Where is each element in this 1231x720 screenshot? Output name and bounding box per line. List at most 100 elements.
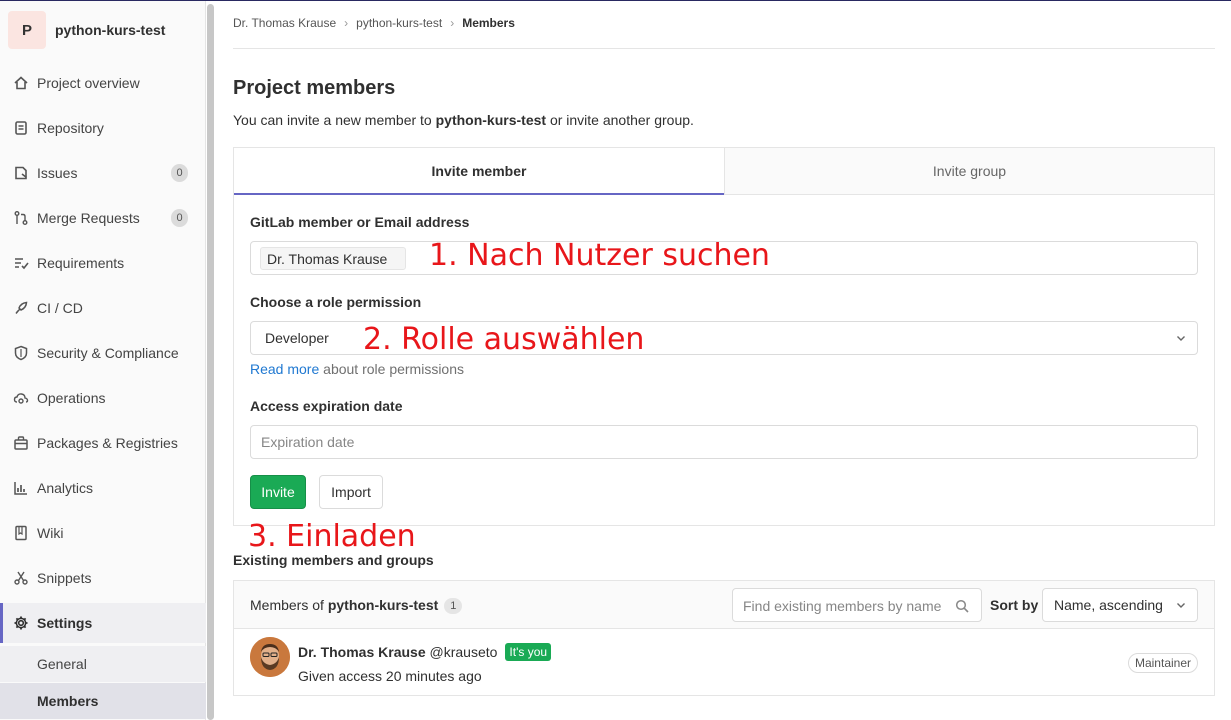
sidebar-item-issues[interactable]: Issues 0 [0,153,206,193]
breadcrumb-owner[interactable]: Dr. Thomas Krause [233,16,336,30]
sidebar-item-requirements[interactable]: Requirements [0,243,206,283]
issues-count-badge: 0 [171,164,188,182]
members-list-header: Members of python-kurs-test 1 Find existi… [234,581,1214,629]
sidebar-item-label: Settings [37,615,93,631]
sidebar-item-label: Issues [37,165,78,181]
member-username: @krauseto [425,644,498,660]
tab-invite-member[interactable]: Invite member [234,148,724,195]
sidebar-scrollbar[interactable] [207,4,214,720]
members-of-label: Members of python-kurs-test 1 [250,597,463,615]
sidebar-item-label: Security & Compliance [37,345,179,361]
breadcrumb: Dr. Thomas Krause › python-kurs-test › M… [233,16,515,30]
sidebar-item-label: Wiki [37,525,64,541]
members-count-badge: 1 [444,598,463,615]
sidebar-item-project-overview[interactable]: Project overview [0,63,206,103]
expiration-date-placeholder: Expiration date [261,434,355,450]
main-content: Dr. Thomas Krause › python-kurs-test › M… [233,0,1215,720]
role-field-label: Choose a role permission [250,294,422,310]
sidebar-subitem-general[interactable]: General [0,646,206,682]
subtitle-text-end: or invite another group. [546,112,694,128]
home-icon [13,75,29,91]
cloud-gear-icon [13,390,29,406]
annotation-step-2: 2. Rolle auswählen [363,322,645,357]
member-row: Dr. Thomas Krause @krauseto It's you Give… [234,629,1214,695]
sidebar-project-header[interactable]: P python-kurs-test [0,1,205,59]
sort-label: Sort by [990,597,1039,613]
members-of-project: python-kurs-test [327,597,439,613]
sidebar-item-label: Repository [37,120,104,136]
sidebar: P python-kurs-test Project overview Repo… [0,1,206,720]
member-field-label: GitLab member or Email address [250,214,470,230]
invite-tabs: Invite member Invite group [234,148,1214,195]
scissors-icon [13,570,29,586]
sidebar-item-settings[interactable]: Settings [0,603,206,643]
sidebar-item-label: Requirements [37,255,125,271]
existing-members-title: Existing members and groups [233,552,434,568]
read-more-link[interactable]: Read more [250,361,319,377]
member-name[interactable]: Dr. Thomas Krause [298,644,426,660]
help-text: about role permissions [319,361,465,377]
sidebar-item-label: Operations [37,390,106,406]
project-avatar: P [8,11,46,49]
sidebar-item-merge-requests[interactable]: Merge Requests 0 [0,198,206,238]
sidebar-item-label: CI / CD [37,300,83,316]
page-subtitle: You can invite a new member to python-ku… [233,112,694,128]
sidebar-item-wiki[interactable]: Wiki [0,513,206,553]
sort-select-value: Name, ascending [1054,597,1163,613]
book-icon [13,525,29,541]
chevron-down-icon [1177,336,1185,341]
member-role-badge: Maintainer [1127,653,1198,673]
sidebar-item-packages-registries[interactable]: Packages & Registries [0,423,206,463]
sidebar-item-label: Analytics [37,480,94,496]
chart-icon [13,480,29,496]
import-button[interactable]: Import [319,475,383,509]
sidebar-item-repository[interactable]: Repository [0,108,206,148]
requirements-icon [13,255,29,271]
expiry-field-label: Access expiration date [250,398,403,414]
sidebar-item-operations[interactable]: Operations [0,378,206,418]
subtitle-text: You can invite a new member to [233,112,436,128]
selected-member-token[interactable]: Dr. Thomas Krause [260,247,407,270]
tab-invite-group[interactable]: Invite group [724,148,1214,195]
merge-requests-count-badge: 0 [171,209,188,227]
breadcrumb-current[interactable]: Members [462,16,515,30]
breadcrumb-project[interactable]: python-kurs-test [356,16,442,30]
doc-icon [13,120,29,136]
members-list: Members of python-kurs-test 1 Find existi… [233,580,1215,696]
breadcrumb-divider [233,48,1215,49]
expiration-date-input[interactable]: Expiration date [250,425,1198,459]
sidebar-item-security-compliance[interactable]: Security & Compliance [0,333,206,373]
member-name-line: Dr. Thomas Krause @krauseto It's you [298,643,552,661]
sidebar-item-snippets[interactable]: Snippets [0,558,206,598]
sidebar-subitem-members[interactable]: Members [0,683,206,719]
sidebar-item-analytics[interactable]: Analytics [0,468,206,508]
chevron-right-icon: › [450,16,455,30]
sidebar-item-label: Project overview [37,75,140,91]
role-select-value: Developer [265,330,329,346]
invite-button[interactable]: Invite [250,475,306,509]
member-access-info: Given access 20 minutes ago [298,668,482,684]
annotation-step-3: 3. Einladen [248,519,416,554]
sidebar-item-label: Packages & Registries [37,435,178,451]
page-title: Project members [233,77,396,99]
sidebar-item-label: Snippets [37,570,92,586]
issues-icon [13,165,29,181]
member-filter-input[interactable]: Find existing members by name [732,588,982,622]
chevron-right-icon: › [344,16,349,30]
settings-icon [13,615,29,631]
member-filter-placeholder: Find existing members by name [743,598,942,614]
package-icon [13,435,29,451]
member-avatar[interactable] [250,637,290,677]
sort-select[interactable]: Name, ascending [1042,588,1198,622]
search-icon[interactable] [955,599,969,613]
rocket-icon [13,300,29,316]
members-of-text: Members of [250,597,328,613]
merge-request-icon [13,210,29,226]
its-you-badge: It's you [505,643,552,661]
sidebar-item-label: Merge Requests [37,210,140,226]
project-name: python-kurs-test [55,22,166,38]
shield-icon [13,345,29,361]
chevron-down-icon [1177,603,1185,608]
annotation-step-1: 1. Nach Nutzer suchen [429,238,770,273]
sidebar-item-ci-cd[interactable]: CI / CD [0,288,206,328]
